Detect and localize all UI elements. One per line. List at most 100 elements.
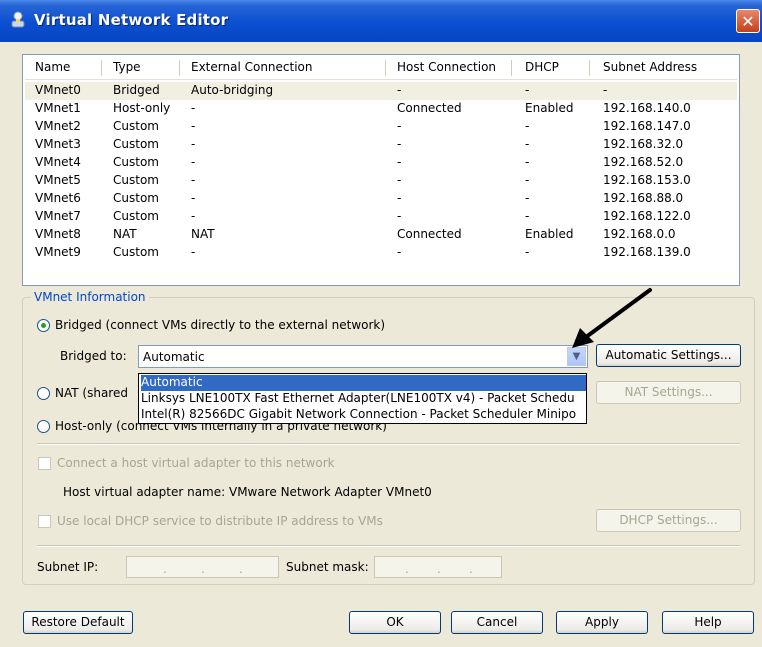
cell-type: Host-only	[113, 101, 171, 115]
close-icon[interactable]: ✕	[736, 9, 760, 33]
dhcp-label[interactable]: Use local DHCP service to distribute IP …	[57, 514, 383, 528]
cell-type: Custom	[113, 173, 159, 187]
cell-host: Connected	[397, 227, 462, 241]
bridged-to-value: Automatic	[143, 350, 205, 364]
column-header-name[interactable]: Name	[35, 60, 70, 74]
ip-dot: .	[405, 562, 409, 576]
cell-external: -	[191, 137, 196, 151]
group-label: VMnet Information	[31, 290, 149, 304]
subnet-ip-label: Subnet IP:	[37, 560, 99, 574]
column-separator[interactable]	[589, 60, 590, 76]
bridged-to-dropdown-list[interactable]: Automatic Linksys LNE100TX Fast Ethernet…	[138, 373, 587, 424]
column-separator[interactable]	[511, 60, 512, 76]
table-row[interactable]: VMnet1 Host-only - Connected Enabled 192.168.…	[25, 100, 737, 118]
help-button[interactable]: Help	[662, 611, 754, 634]
cell-subnet: 192.168.139.0	[603, 245, 691, 259]
cell-dhcp: -	[525, 191, 530, 205]
divider	[37, 545, 740, 547]
cell-external: NAT	[191, 227, 215, 241]
bridged-to-select[interactable]: Automatic ▼	[138, 345, 588, 368]
cell-host: -	[397, 191, 402, 205]
column-separator[interactable]	[101, 60, 102, 76]
table-row[interactable]: VMnet0 Bridged Auto-bridging - - -	[25, 82, 737, 100]
column-header-type[interactable]: Type	[113, 60, 141, 74]
subnet-mask-label: Subnet mask:	[286, 560, 369, 574]
cell-name: VMnet7	[35, 209, 81, 223]
cell-dhcp: -	[525, 209, 530, 223]
cell-external: -	[191, 101, 196, 115]
apply-button[interactable]: Apply	[556, 611, 648, 634]
cancel-button[interactable]: Cancel	[451, 611, 543, 634]
cell-external: -	[191, 155, 196, 169]
cell-host: -	[397, 245, 402, 259]
cell-subnet: 192.168.0.0	[603, 227, 676, 241]
cell-external: -	[191, 173, 196, 187]
cell-name: VMnet5	[35, 173, 81, 187]
cell-name: VMnet3	[35, 137, 81, 151]
cell-subnet: 192.168.153.0	[603, 173, 691, 187]
nat-radio[interactable]	[37, 387, 50, 400]
cell-type: Custom	[113, 191, 159, 205]
cell-external: Auto-bridging	[191, 83, 274, 97]
bridged-label[interactable]: Bridged (connect VMs directly to the ext…	[55, 318, 385, 332]
cell-host: -	[397, 119, 402, 133]
table-row[interactable]: VMnet8 NAT NAT Connected Enabled 192.168.0.0	[25, 226, 737, 244]
nat-settings-button[interactable]: NAT Settings...	[596, 381, 741, 404]
bridged-radio[interactable]	[37, 319, 50, 332]
connect-adapter-label[interactable]: Connect a host virtual adapter to this n…	[57, 456, 335, 470]
cell-host: -	[397, 209, 402, 223]
cell-type: NAT	[113, 227, 137, 241]
column-header-host[interactable]: Host Connection	[397, 60, 496, 74]
dhcp-checkbox[interactable]	[38, 515, 51, 528]
cell-subnet: -	[603, 83, 608, 97]
cell-external: -	[191, 245, 196, 259]
cell-name: VMnet8	[35, 227, 81, 241]
dropdown-option-intel[interactable]: Intel(R) 82566DC Gigabit Network Connect…	[141, 407, 586, 423]
list-header: Name Type External Connection Host Conne…	[25, 57, 737, 80]
table-row[interactable]: VMnet9 Custom - - - 192.168.139.0	[25, 244, 737, 262]
cell-host: -	[397, 173, 402, 187]
cell-subnet: 192.168.122.0	[603, 209, 691, 223]
cell-dhcp: -	[525, 155, 530, 169]
table-row[interactable]: VMnet4 Custom - - - 192.168.52.0	[25, 154, 737, 172]
cell-name: VMnet2	[35, 119, 81, 133]
table-row[interactable]: VMnet2 Custom - - - 192.168.147.0	[25, 118, 737, 136]
table-row[interactable]: VMnet5 Custom - - - 192.168.153.0	[25, 172, 737, 190]
table-row[interactable]: VMnet3 Custom - - - 192.168.32.0	[25, 136, 737, 154]
cell-host: -	[397, 137, 402, 151]
dropdown-option-automatic[interactable]: Automatic	[141, 375, 586, 391]
network-app-icon	[11, 11, 25, 28]
cell-external: -	[191, 191, 196, 205]
cell-name: VMnet1	[35, 101, 81, 115]
title-bar[interactable]: Virtual Network Editor ✕	[0, 0, 762, 42]
host-only-radio[interactable]	[37, 420, 50, 433]
restore-default-button[interactable]: Restore Default	[23, 611, 133, 634]
window-title: Virtual Network Editor	[34, 11, 229, 29]
column-header-dhcp[interactable]: DHCP	[525, 60, 559, 74]
table-row[interactable]: VMnet6 Custom - - - 192.168.88.0	[25, 190, 737, 208]
cell-dhcp: -	[525, 83, 530, 97]
subnet-ip-field[interactable]: . . .	[126, 556, 279, 578]
nat-label[interactable]: NAT (shared	[55, 386, 128, 400]
subnet-mask-field[interactable]: . . .	[374, 556, 502, 578]
cell-subnet: 192.168.52.0	[603, 155, 684, 169]
ip-dot: .	[201, 562, 205, 576]
dhcp-settings-button[interactable]: DHCP Settings...	[596, 509, 741, 532]
column-separator[interactable]	[179, 60, 180, 76]
ok-button[interactable]: OK	[349, 611, 441, 634]
column-header-external[interactable]: External Connection	[191, 60, 313, 74]
cell-external: -	[191, 119, 196, 133]
dropdown-option-linksys[interactable]: Linksys LNE100TX Fast Ethernet Adapter(L…	[141, 391, 586, 407]
column-header-subnet[interactable]: Subnet Address	[603, 60, 697, 74]
table-row[interactable]: VMnet7 Custom - - - 192.168.122.0	[25, 208, 737, 226]
ip-dot: .	[469, 562, 473, 576]
cell-subnet: 192.168.32.0	[603, 137, 684, 151]
cell-name: VMnet6	[35, 191, 81, 205]
cell-type: Custom	[113, 137, 159, 151]
column-separator[interactable]	[385, 60, 386, 76]
network-list[interactable]: Name Type External Connection Host Conne…	[22, 54, 740, 286]
cell-name: VMnet0	[35, 83, 81, 97]
cell-dhcp: -	[525, 119, 530, 133]
ip-dot: .	[163, 562, 167, 576]
connect-adapter-checkbox[interactable]	[38, 457, 51, 470]
